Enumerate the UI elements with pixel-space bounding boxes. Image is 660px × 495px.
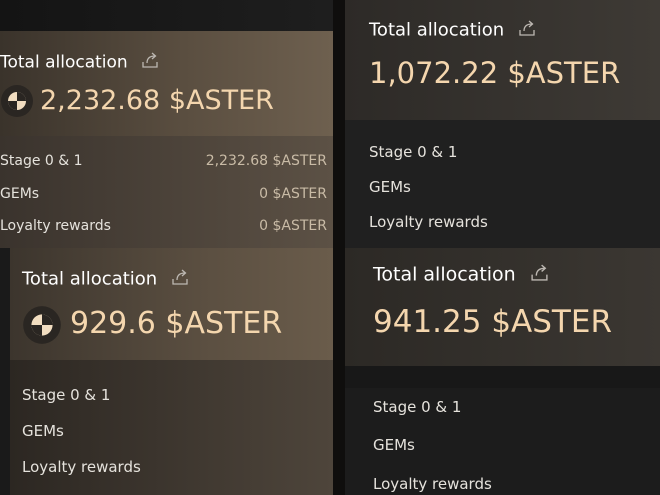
stage-label: Stage 0 & 1 — [22, 386, 111, 404]
gems-value: 0 $ASTER — [259, 186, 327, 202]
loyalty-label: Loyalty rewards — [369, 213, 488, 231]
loyalty-label: Loyalty rewards — [0, 218, 111, 234]
total-allocation-title: Total allocation — [22, 268, 189, 291]
stage-label: Stage 0 & 1 — [369, 143, 458, 161]
stage-label: Stage 0 & 1 — [0, 153, 83, 169]
stage-label: Stage 0 & 1 — [373, 398, 462, 416]
top-left-card: Total allocation 2,232.68 $ASTER Stage 0… — [0, 0, 333, 248]
gems-label: GEMs — [373, 436, 415, 454]
card-border — [0, 248, 10, 495]
top-right-card: Total allocation 1,072.22 $ASTER Stage 0… — [345, 0, 660, 248]
stage-value: 2,232.68 $ASTER — [205, 153, 327, 169]
bottom-left-card: Total allocation 929.6 $ASTER Stage 0 & … — [0, 248, 333, 495]
gems-label: GEMs — [22, 422, 64, 440]
aster-coin-icon — [1, 85, 33, 117]
gems-label: GEMs — [369, 178, 411, 196]
top-strip — [0, 0, 333, 31]
share-icon[interactable] — [141, 51, 159, 74]
total-allocation-title: Total allocation — [373, 263, 549, 287]
allocation-header — [0, 31, 333, 136]
loyalty-value: 0 $ASTER — [259, 218, 327, 234]
share-icon[interactable] — [530, 263, 549, 287]
total-allocation-title: Total allocation — [369, 19, 536, 42]
allocation-amount: 941.25 $ASTER — [373, 304, 612, 340]
allocation-amount: 929.6 $ASTER — [70, 306, 283, 341]
share-icon[interactable] — [171, 268, 189, 291]
allocation-amount: 2,232.68 $ASTER — [40, 85, 274, 116]
gems-label: GEMs — [0, 186, 40, 202]
column-divider — [333, 0, 345, 495]
total-allocation-title: Total allocation — [0, 51, 159, 74]
allocation-amount: 1,072.22 $ASTER — [369, 56, 621, 90]
bottom-right-card: Total allocation 941.25 $ASTER Stage 0 &… — [345, 248, 660, 495]
share-icon[interactable] — [518, 19, 536, 42]
loyalty-label: Loyalty rewards — [22, 458, 141, 476]
aster-coin-icon — [23, 306, 61, 344]
loyalty-label: Loyalty rewards — [373, 475, 492, 493]
